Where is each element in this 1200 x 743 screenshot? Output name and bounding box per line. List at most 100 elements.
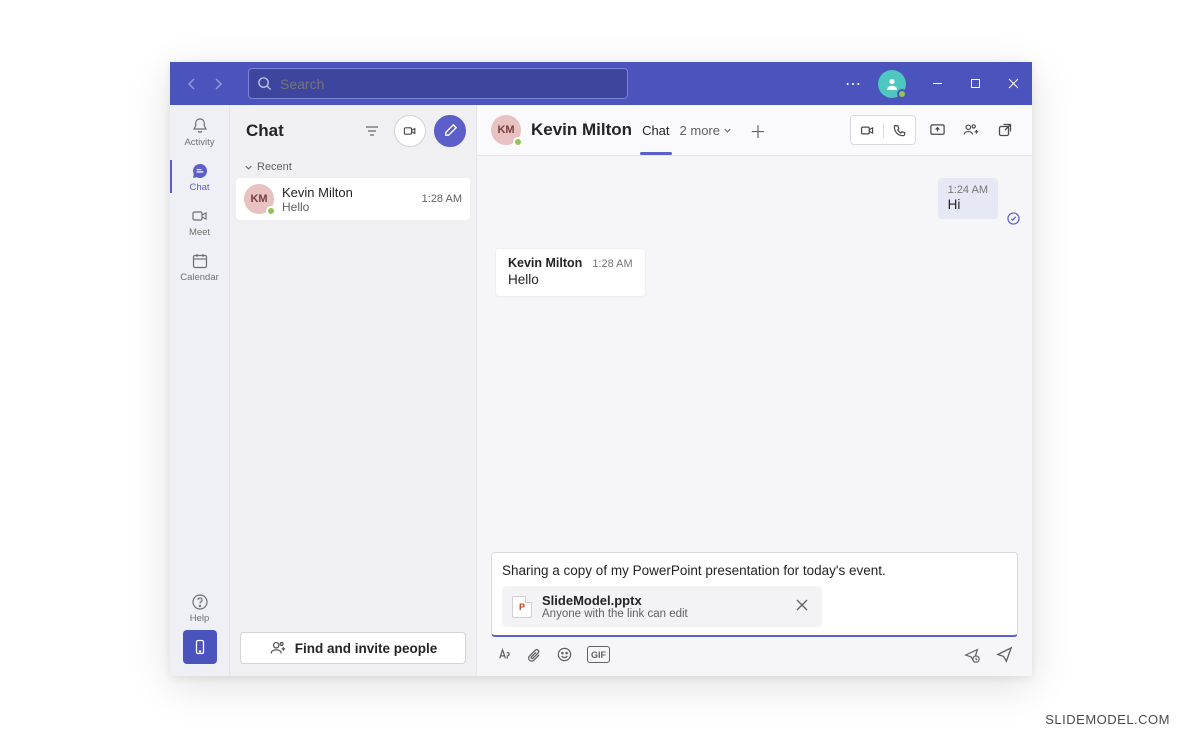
gif-label: GIF xyxy=(591,650,606,660)
filter-button[interactable] xyxy=(358,123,386,139)
profile-avatar[interactable] xyxy=(878,70,906,98)
incoming-message[interactable]: Kevin Milton 1:28 AM Hello xyxy=(495,248,646,297)
presence-indicator xyxy=(513,137,523,147)
popout-button[interactable] xyxy=(992,117,1018,143)
avatar-initials: KM xyxy=(250,193,267,205)
conversation-panel: KM Kevin Milton Chat 2 more ＋ xyxy=(477,105,1032,676)
message-sender: Kevin Milton xyxy=(508,256,582,270)
presence-indicator xyxy=(897,89,907,99)
phone-icon xyxy=(892,123,907,138)
video-icon xyxy=(859,122,876,139)
attach-button[interactable] xyxy=(526,646,542,663)
attachment-card[interactable]: P SlideModel.pptx Anyone with the link c… xyxy=(502,586,822,627)
chat-list-title: Chat xyxy=(246,121,350,141)
paperclip-icon xyxy=(526,647,542,663)
window-minimize-button[interactable] xyxy=(920,62,954,105)
search-input[interactable] xyxy=(280,76,619,92)
tab-chat[interactable]: Chat xyxy=(642,123,669,138)
compose-box[interactable]: Sharing a copy of my PowerPoint presenta… xyxy=(491,552,1018,637)
conversation-header: KM Kevin Milton Chat 2 more ＋ xyxy=(477,105,1032,156)
popout-icon xyxy=(997,122,1013,138)
mobile-icon xyxy=(192,639,208,655)
format-button[interactable] xyxy=(495,646,512,663)
schedule-send-button[interactable] xyxy=(963,646,981,664)
compose-icon xyxy=(443,123,458,138)
rail-mobile-button[interactable] xyxy=(183,630,217,664)
gif-button[interactable]: GIF xyxy=(587,646,610,663)
video-icon xyxy=(190,206,210,226)
filter-icon xyxy=(364,123,380,139)
attachment-filename: SlideModel.pptx xyxy=(542,593,782,608)
rail-label: Help xyxy=(190,613,210,624)
people-add-icon xyxy=(962,121,980,139)
meet-now-button[interactable] xyxy=(394,115,426,147)
presence-indicator xyxy=(266,206,276,216)
compose-area: Sharing a copy of my PowerPoint presenta… xyxy=(477,552,1032,676)
rail-label: Chat xyxy=(189,182,209,193)
chevron-down-icon xyxy=(244,163,253,172)
send-button[interactable] xyxy=(995,645,1014,664)
title-bar: ⋯ xyxy=(170,62,1032,105)
chevron-down-icon xyxy=(723,126,732,135)
add-tab-button[interactable]: ＋ xyxy=(748,118,768,143)
chat-list-item[interactable]: KM Kevin Milton Hello 1:28 AM xyxy=(236,178,470,220)
emoji-button[interactable] xyxy=(556,646,573,663)
find-invite-button[interactable]: Find and invite people xyxy=(240,632,466,664)
rail-meet[interactable]: Meet xyxy=(170,199,229,244)
rail-help[interactable]: Help xyxy=(170,585,229,630)
conversation-avatar: KM xyxy=(491,115,521,145)
more-options-button[interactable]: ⋯ xyxy=(838,74,868,94)
search-box[interactable] xyxy=(248,68,628,99)
audio-call-button[interactable] xyxy=(883,123,915,138)
conversation-title: Kevin Milton xyxy=(531,120,632,140)
nav-forward-button[interactable] xyxy=(206,72,230,96)
app-window: ⋯ Activity Chat Meet xyxy=(170,62,1032,676)
help-icon xyxy=(190,592,210,612)
invite-people-icon xyxy=(269,639,287,657)
schedule-send-icon xyxy=(963,646,981,664)
recent-section-header[interactable]: Recent xyxy=(230,156,476,178)
share-screen-button[interactable] xyxy=(924,117,950,143)
avatar-initials: KM xyxy=(497,124,514,136)
window-maximize-button[interactable] xyxy=(958,62,992,105)
rail-chat[interactable]: Chat xyxy=(170,154,229,199)
watermark: SLIDEMODEL.COM xyxy=(1045,712,1170,727)
rail-label: Meet xyxy=(189,227,210,238)
attachment-permission: Anyone with the link can edit xyxy=(542,608,782,620)
window-close-button[interactable] xyxy=(996,62,1030,105)
recent-label: Recent xyxy=(257,161,292,173)
video-call-button[interactable] xyxy=(851,122,883,139)
compose-toolbar: GIF xyxy=(491,637,1018,666)
send-icon xyxy=(995,645,1014,664)
calendar-icon xyxy=(190,251,210,271)
bell-icon xyxy=(190,116,210,136)
app-rail: Activity Chat Meet Calendar Help xyxy=(170,105,230,676)
chat-list-panel: Chat Recent KM xyxy=(230,105,477,676)
chat-item-time: 1:28 AM xyxy=(422,193,462,205)
chat-item-name: Kevin Milton xyxy=(282,185,414,200)
compose-input[interactable]: Sharing a copy of my PowerPoint presenta… xyxy=(502,563,1007,578)
invite-label: Find and invite people xyxy=(295,641,438,656)
person-icon xyxy=(884,76,900,92)
message-text: Hi xyxy=(948,196,988,212)
message-time: 1:24 AM xyxy=(948,184,988,196)
remove-attachment-button[interactable] xyxy=(792,594,812,620)
chat-item-preview: Hello xyxy=(282,200,414,214)
search-icon xyxy=(257,76,272,91)
call-controls xyxy=(850,115,916,145)
emoji-icon xyxy=(556,646,573,663)
rail-label: Calendar xyxy=(180,272,219,283)
more-tabs-dropdown[interactable]: 2 more xyxy=(680,123,732,138)
message-time: 1:28 AM xyxy=(592,258,632,270)
new-chat-button[interactable] xyxy=(434,115,466,147)
outgoing-message[interactable]: 1:24 AM Hi xyxy=(938,178,998,219)
app-body: Activity Chat Meet Calendar Help xyxy=(170,105,1032,676)
nav-back-button[interactable] xyxy=(180,72,204,96)
rail-label: Activity xyxy=(184,137,214,148)
chat-list-header: Chat xyxy=(230,105,476,156)
rail-calendar[interactable]: Calendar xyxy=(170,244,229,289)
rail-activity[interactable]: Activity xyxy=(170,109,229,154)
chat-icon xyxy=(190,161,210,181)
message-area[interactable]: 1:24 AM Hi Kevin Milton 1:28 AM Hello xyxy=(477,156,1032,552)
add-people-button[interactable] xyxy=(958,117,984,143)
